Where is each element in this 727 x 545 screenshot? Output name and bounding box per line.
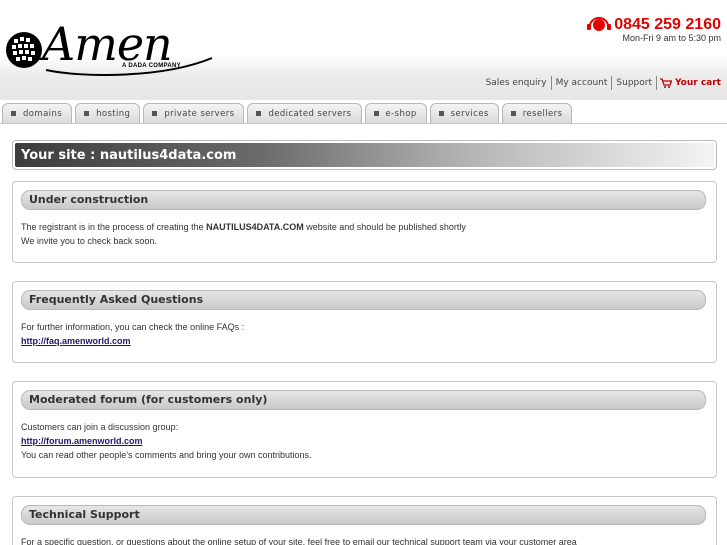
construction-invite: We invite you to check back soon. bbox=[21, 236, 157, 246]
tab-label: resellers bbox=[522, 108, 563, 119]
tab-label: hosting bbox=[96, 108, 131, 119]
square-bullet-icon bbox=[438, 111, 444, 116]
section-under-construction: Under construction The registrant is in … bbox=[12, 181, 717, 263]
forum-description: You can read other people's comments and… bbox=[21, 450, 312, 460]
logo-tagline: A DADA COMPANY bbox=[122, 63, 181, 69]
forum-link[interactable]: http://forum.amenworld.com bbox=[21, 436, 143, 446]
section-faq: Frequently Asked Questions For further i… bbox=[12, 281, 717, 363]
logo-swoosh-icon bbox=[45, 57, 213, 76]
section-technical-support: Technical Support For a specific questio… bbox=[12, 496, 717, 545]
top-links: Sales enquiry My account Support Your ca… bbox=[482, 76, 721, 90]
main-nav-tabs: domains hosting private servers dedicate… bbox=[2, 103, 573, 123]
tab-label: e-shop bbox=[385, 108, 417, 119]
tab-label: services bbox=[450, 108, 489, 119]
section-body: For a specific question, or questions ab… bbox=[21, 535, 708, 545]
page-title: Your site : nautilus4data.com bbox=[21, 148, 237, 163]
section-title: Frequently Asked Questions bbox=[29, 293, 204, 306]
globe-logo-icon bbox=[6, 32, 42, 68]
square-bullet-icon bbox=[510, 111, 516, 116]
site-title-bar: Your site : nautilus4data.com bbox=[12, 140, 717, 170]
headset-icon bbox=[587, 16, 612, 31]
phone-number[interactable]: 0845 259 2160 bbox=[614, 16, 721, 34]
amen-logo[interactable]: Amen A DADA COMPANY bbox=[4, 18, 219, 76]
square-bullet-icon bbox=[373, 111, 379, 116]
tab-label: private servers bbox=[164, 108, 235, 119]
tab-baseline bbox=[0, 123, 727, 124]
sales-enquiry-link[interactable]: Sales enquiry bbox=[482, 78, 551, 88]
tab-resellers[interactable]: resellers bbox=[501, 103, 573, 123]
site-title-gradient: Your site : nautilus4data.com bbox=[15, 143, 714, 167]
phone-block: 0845 259 2160 Mon-Fri 9 am to 5:30 pm bbox=[586, 14, 721, 43]
opening-hours: Mon-Fri 9 am to 5:30 pm bbox=[622, 32, 721, 43]
section-body: The registrant is in the process of crea… bbox=[21, 220, 708, 248]
section-title: Under construction bbox=[29, 193, 149, 206]
section-body: Customers can join a discussion group: h… bbox=[21, 420, 708, 462]
construction-message: The registrant is in the process of crea… bbox=[21, 220, 708, 234]
section-header: Under construction bbox=[21, 190, 706, 210]
your-cart-link[interactable]: Your cart bbox=[672, 78, 721, 88]
tab-label: dedicated servers bbox=[268, 108, 352, 119]
section-header: Technical Support bbox=[21, 505, 706, 525]
section-forum: Moderated forum (for customers only) Cus… bbox=[12, 381, 717, 478]
header: Amen A DADA COMPANY 0845 259 2160 Mon-Fr… bbox=[0, 0, 727, 100]
divider bbox=[655, 76, 657, 90]
square-bullet-icon bbox=[256, 111, 262, 116]
square-bullet-icon bbox=[152, 111, 158, 116]
domain-name: NAUTILUS4DATA.COM bbox=[206, 222, 304, 232]
tab-private-servers[interactable]: private servers bbox=[143, 103, 245, 123]
faq-link[interactable]: http://faq.amenworld.com bbox=[21, 336, 131, 346]
text-segment: The registrant is in the process of crea… bbox=[21, 222, 207, 232]
square-bullet-icon bbox=[84, 111, 90, 116]
section-header: Moderated forum (for customers only) bbox=[21, 390, 706, 410]
text-segment: website and should be published shortly bbox=[303, 222, 466, 232]
tab-dedicated-servers[interactable]: dedicated servers bbox=[247, 103, 362, 123]
support-text: For a specific question, or questions ab… bbox=[21, 537, 577, 545]
tab-domains[interactable]: domains bbox=[2, 103, 73, 123]
tab-e-shop[interactable]: e-shop bbox=[364, 103, 427, 123]
tab-services[interactable]: services bbox=[429, 103, 499, 123]
section-body: For further information, you can check t… bbox=[21, 320, 708, 348]
cart-icon[interactable] bbox=[659, 78, 672, 88]
my-account-link[interactable]: My account bbox=[552, 78, 612, 88]
forum-text: Customers can join a discussion group: bbox=[21, 422, 179, 432]
tab-label: domains bbox=[23, 108, 63, 119]
section-title: Technical Support bbox=[29, 508, 140, 521]
tab-hosting[interactable]: hosting bbox=[75, 103, 141, 123]
section-header: Frequently Asked Questions bbox=[21, 290, 706, 310]
faq-text: For further information, you can check t… bbox=[21, 322, 245, 332]
section-title: Moderated forum (for customers only) bbox=[29, 393, 268, 406]
square-bullet-icon bbox=[11, 111, 16, 116]
support-link[interactable]: Support bbox=[612, 78, 656, 88]
